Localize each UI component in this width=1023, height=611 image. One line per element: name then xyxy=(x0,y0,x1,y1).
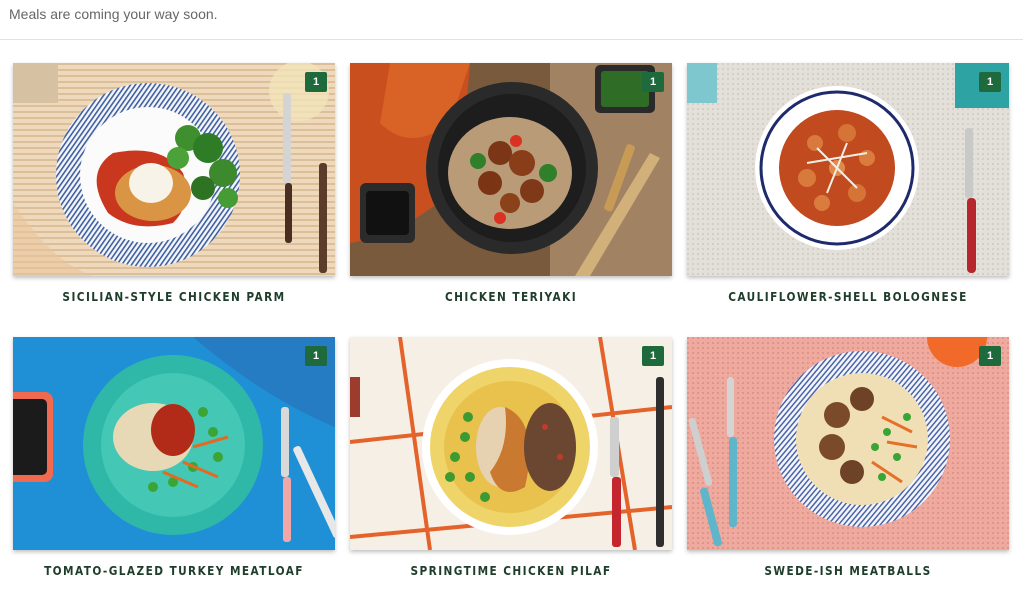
quantity-badge: 1 xyxy=(305,72,327,92)
meal-card-swedeish-meatballs[interactable]: 1 SWEDE-ISH MEATBALLS xyxy=(687,337,1009,611)
meal-title[interactable]: TOMATO-GLAZED TURKEY MEATLOAF xyxy=(32,564,315,578)
meal-title[interactable]: CAULIFLOWER-SHELL BOLOGNESE xyxy=(706,290,989,304)
quantity-badge: 1 xyxy=(642,346,664,366)
meal-title[interactable]: CHICKEN TERIYAKI xyxy=(369,290,652,304)
meal-photo[interactable]: 1 xyxy=(13,63,335,276)
meal-grid: 1 SICILIAN-STYLE CHICKEN PARM 1 CHICKEN … xyxy=(13,63,1009,611)
meal-photo[interactable]: 1 xyxy=(13,337,335,550)
delivery-status-text: Meals are coming your way soon. xyxy=(9,6,218,22)
quantity-badge: 1 xyxy=(642,72,664,92)
meal-title[interactable]: SWEDE-ISH MEATBALLS xyxy=(706,564,989,578)
meal-title[interactable]: SPRINGTIME CHICKEN PILAF xyxy=(369,564,652,578)
chicken-pilaf-image xyxy=(350,337,672,550)
meal-card-cauliflower-bolognese[interactable]: 1 CAULIFLOWER-SHELL BOLOGNESE xyxy=(687,63,1009,337)
chicken-parm-image xyxy=(13,63,335,276)
meal-card-chicken-pilaf[interactable]: 1 SPRINGTIME CHICKEN PILAF xyxy=(350,337,672,611)
quantity-badge: 1 xyxy=(979,346,1001,366)
meal-photo[interactable]: 1 xyxy=(350,337,672,550)
cauliflower-bolognese-image xyxy=(687,63,1009,276)
meal-photo[interactable]: 1 xyxy=(687,337,1009,550)
swedeish-meatballs-image xyxy=(687,337,1009,550)
meal-title[interactable]: SICILIAN-STYLE CHICKEN PARM xyxy=(32,290,315,304)
meal-photo[interactable]: 1 xyxy=(350,63,672,276)
top-banner: Meals are coming your way soon. xyxy=(0,0,1023,40)
turkey-meatloaf-image xyxy=(13,337,335,550)
meal-card-chicken-parm[interactable]: 1 SICILIAN-STYLE CHICKEN PARM xyxy=(13,63,335,337)
meal-photo[interactable]: 1 xyxy=(687,63,1009,276)
chicken-teriyaki-image xyxy=(350,63,672,276)
quantity-badge: 1 xyxy=(305,346,327,366)
meal-card-turkey-meatloaf[interactable]: 1 TOMATO-GLAZED TURKEY MEATLOAF xyxy=(13,337,335,611)
meal-card-chicken-teriyaki[interactable]: 1 CHICKEN TERIYAKI xyxy=(350,63,672,337)
quantity-badge: 1 xyxy=(979,72,1001,92)
